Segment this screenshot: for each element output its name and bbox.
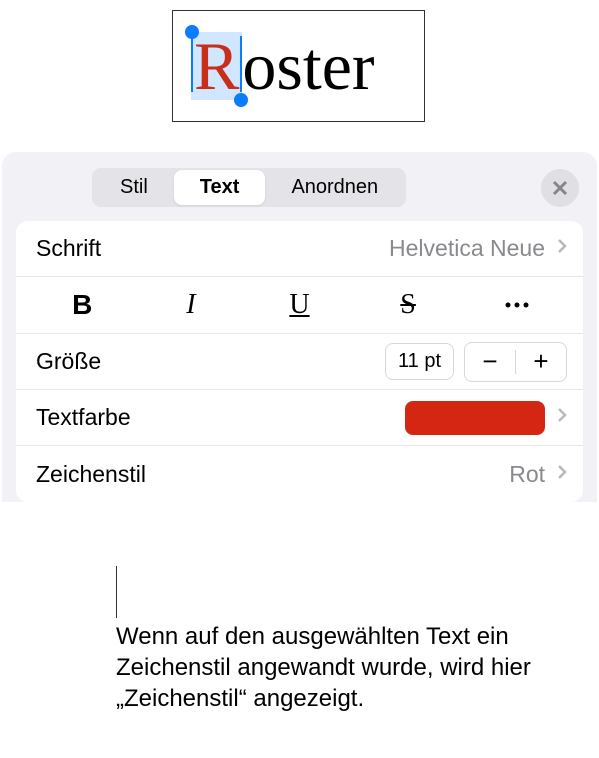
chevron-right-icon [557, 464, 567, 485]
size-label: Größe [36, 348, 101, 375]
options-list: Schrift Helvetica Neue B I U S Größe 11 … [16, 221, 583, 502]
segmented-control: Stil Text Anordnen [92, 168, 406, 207]
selected-character: R [191, 32, 242, 100]
tab-anordnen[interactable]: Anordnen [265, 170, 404, 205]
text-preview-box[interactable]: Roster [172, 10, 425, 122]
callout-line [116, 566, 117, 618]
charstyle-value: Rot [509, 461, 545, 488]
row-size: Größe 11 pt − + [16, 334, 583, 390]
color-swatch[interactable] [405, 401, 545, 435]
row-textcolor[interactable]: Textfarbe [16, 390, 583, 446]
textcolor-label: Textfarbe [36, 404, 131, 431]
size-decrease-button[interactable]: − [465, 343, 515, 381]
callout-text: Wenn auf den ausgewählten Text ein Zeich… [116, 621, 559, 715]
rest-text: oster [242, 32, 374, 100]
tab-stil[interactable]: Stil [94, 170, 174, 205]
ellipsis-icon [505, 302, 529, 308]
chevron-right-icon [557, 238, 567, 259]
font-value: Helvetica Neue [389, 235, 545, 262]
more-options-button[interactable] [462, 277, 571, 333]
row-font[interactable]: Schrift Helvetica Neue [16, 221, 583, 277]
chevron-right-icon [557, 407, 567, 428]
selection-handle-start[interactable] [185, 25, 199, 39]
close-icon [552, 180, 568, 196]
bold-button[interactable]: B [28, 277, 137, 333]
tab-text[interactable]: Text [174, 170, 266, 205]
charstyle-label: Zeichenstil [36, 461, 146, 488]
strikethrough-button[interactable]: S [354, 277, 463, 333]
format-panel: Stil Text Anordnen Schrift Helvetica Neu… [2, 152, 597, 502]
size-input[interactable]: 11 pt [385, 343, 454, 380]
close-button[interactable] [541, 169, 579, 207]
size-increase-button[interactable]: + [516, 343, 566, 381]
size-stepper: − + [464, 342, 567, 382]
font-label: Schrift [36, 235, 101, 262]
row-text-style: B I U S [16, 277, 583, 334]
tab-bar: Stil Text Anordnen [2, 168, 597, 221]
row-charstyle[interactable]: Zeichenstil Rot [16, 446, 583, 502]
selection-handle-end[interactable] [234, 93, 248, 107]
underline-button[interactable]: U [245, 277, 354, 333]
italic-button[interactable]: I [137, 277, 246, 333]
